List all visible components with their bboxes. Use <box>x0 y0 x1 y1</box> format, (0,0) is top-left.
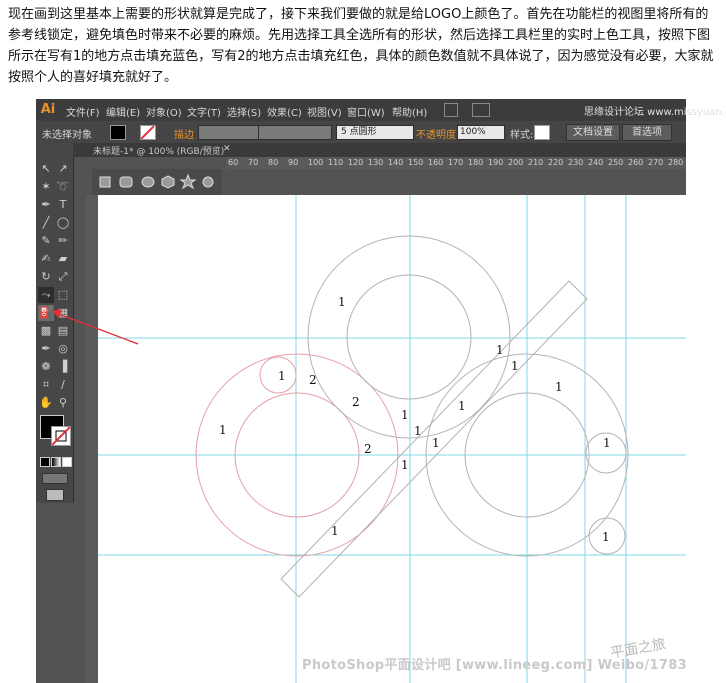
ruler-tick: 190 <box>488 158 504 167</box>
artboard-canvas[interactable]: 1 1 2 2 1 1 1 1 1 1 2 1 1 1 1 1 1 <box>98 195 686 683</box>
ruler-tick: 280 <box>668 158 684 167</box>
ruler-tick: 130 <box>368 158 384 167</box>
menu-window[interactable]: 窗口(W) <box>347 104 385 119</box>
pointer-arrow-icon <box>52 309 139 345</box>
fill-label: 2 <box>364 442 372 456</box>
hand-tool-icon[interactable]: ✋ <box>38 395 54 411</box>
ruler-tick: 110 <box>328 158 344 167</box>
fill-label: 1 <box>555 380 563 394</box>
ruler-tick: 140 <box>388 158 404 167</box>
opacity-value: 100% <box>460 127 486 137</box>
ruler-tick: 210 <box>528 158 544 167</box>
slice-tool-icon[interactable]: ∕ <box>55 377 71 393</box>
menu-view[interactable]: 视图(V) <box>307 104 342 119</box>
document-setup-button[interactable]: 文档设置 <box>566 124 620 141</box>
ruler-tick: 220 <box>548 158 564 167</box>
menu-effect[interactable]: 效果(C) <box>267 104 302 119</box>
none-mode-icon[interactable] <box>62 457 72 467</box>
fill-label: 1 <box>414 424 422 438</box>
column-graph-icon[interactable]: ▐ <box>55 359 71 375</box>
illustrator-screenshot: Ai 文件(F) 编辑(E) 对象(O) 文字(T) 选择(S) 效果(C) 视… <box>36 99 726 683</box>
gradient-mode-icon[interactable] <box>51 457 61 467</box>
variable-width-profile[interactable] <box>258 125 332 140</box>
fill-label: 1 <box>219 423 227 437</box>
document-tab-row: 未标题-1* @ 100% (RGB/预览) ✕ <box>73 143 686 157</box>
ruler-tick: 100 <box>308 158 324 167</box>
ruler-tick: 240 <box>588 158 604 167</box>
top-outer-circle <box>307 235 511 439</box>
ruler-tick: 180 <box>468 158 484 167</box>
brush-definition[interactable]: 5 点圆形 <box>336 125 414 140</box>
ruler-tick: 250 <box>608 158 624 167</box>
workspace-icon[interactable] <box>472 103 490 117</box>
ruler-tick: 60 <box>228 158 239 167</box>
graphic-style-swatch[interactable] <box>534 125 550 140</box>
fill-label: 1 <box>401 458 409 472</box>
ruler-tick: 260 <box>628 158 644 167</box>
bridge-icon[interactable] <box>444 103 458 117</box>
style-label: 样式: <box>510 130 534 141</box>
ruler-tick: 160 <box>428 158 444 167</box>
fill-label: 1 <box>603 436 611 450</box>
ruler-tick: 70 <box>248 158 259 167</box>
menu-select[interactable]: 选择(S) <box>227 104 261 119</box>
fill-label: 2 <box>309 373 317 387</box>
ruler-tick: 170 <box>448 158 464 167</box>
intro-paragraph: 现在画到这里基本上需要的形状就算是完成了，接下来我们要做的就是给LOGO上颜色了… <box>8 7 714 85</box>
symbol-sprayer-icon[interactable]: ❁ <box>38 359 54 375</box>
zoom-tool-icon[interactable]: ⚲ <box>55 395 71 411</box>
fill-label: 1 <box>511 359 519 373</box>
fill-label: 1 <box>331 524 339 538</box>
menu-type[interactable]: 文字(T) <box>187 104 221 119</box>
fill-label: 1 <box>496 343 504 357</box>
color-mode-icon[interactable] <box>40 457 50 467</box>
none-stroke-icon <box>52 427 70 445</box>
artwork-paths: 1 1 2 2 1 1 1 1 1 1 2 1 1 1 1 1 1 <box>98 195 686 683</box>
ruler-tick: 270 <box>648 158 664 167</box>
ruler-tick: 150 <box>408 158 424 167</box>
fill-label: 1 <box>278 369 286 383</box>
fill-label: 1 <box>401 408 409 422</box>
opacity-label[interactable]: 不透明度 <box>416 126 456 141</box>
close-tab-icon[interactable]: ✕ <box>223 144 231 154</box>
horizontal-ruler: 60 70 80 90 100 110 120 130 140 150 160 … <box>226 157 686 169</box>
menu-help[interactable]: 帮助(H) <box>392 104 427 119</box>
stroke-label[interactable]: 描边 <box>174 126 194 141</box>
ruler-tick: 80 <box>268 158 279 167</box>
fill-label: 1 <box>338 295 346 309</box>
ruler-tick: 90 <box>288 158 299 167</box>
brand-watermark: 思缘设计论坛 www.missyuan.com <box>584 107 726 118</box>
stroke-color-box[interactable] <box>51 426 71 446</box>
draw-mode-icon[interactable] <box>42 473 68 484</box>
ruler-tick: 230 <box>568 158 584 167</box>
brush-label: 5 点圆形 <box>341 127 377 137</box>
fill-label: 1 <box>602 530 610 544</box>
opacity-field[interactable]: 100% <box>457 125 505 140</box>
fill-label: 2 <box>352 395 360 409</box>
ruler-tick: 200 <box>508 158 524 167</box>
fill-label: 1 <box>458 399 466 413</box>
screen-mode-icon[interactable] <box>46 489 64 501</box>
flare-tool-icon <box>202 176 214 188</box>
fill-label: 1 <box>432 436 440 450</box>
polygon-tool-icon <box>161 175 175 189</box>
star-tool-icon <box>179 173 197 190</box>
artboard-tool-icon[interactable]: ⌗ <box>38 377 54 393</box>
ruler-tick: 120 <box>348 158 364 167</box>
preferences-button[interactable]: 首选项 <box>622 124 672 141</box>
